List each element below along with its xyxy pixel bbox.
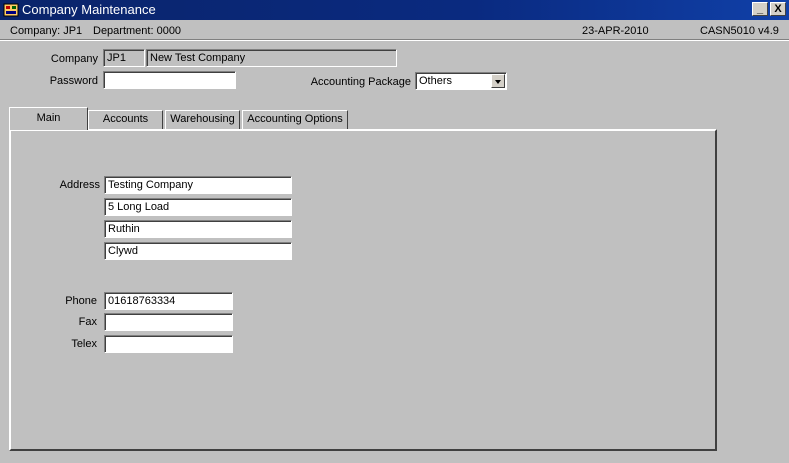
app-icon bbox=[3, 3, 19, 17]
title-bar: Company Maintenance _ X bbox=[0, 0, 789, 20]
address-line-3-field[interactable]: Ruthin bbox=[104, 220, 292, 238]
telex-field[interactable] bbox=[104, 335, 233, 353]
program-info: CASN5010 v4.9 bbox=[700, 25, 779, 37]
company-label: Company bbox=[50, 53, 98, 65]
tab-accounts[interactable]: Accounts bbox=[88, 110, 163, 129]
company-name-field: New Test Company bbox=[146, 49, 397, 67]
tab-accounting-options[interactable]: Accounting Options bbox=[242, 110, 348, 129]
chevron-down-icon[interactable] bbox=[491, 74, 505, 88]
accounting-package-select[interactable]: Others bbox=[415, 72, 507, 90]
address-line-2-field[interactable]: 5 Long Load bbox=[104, 198, 292, 216]
phone-label: Phone bbox=[65, 295, 97, 307]
fax-field[interactable] bbox=[104, 313, 233, 331]
date-info: 23-APR-2010 bbox=[582, 25, 649, 37]
telex-label: Telex bbox=[71, 338, 97, 350]
address-label: Address bbox=[59, 179, 100, 191]
phone-field[interactable]: 01618763334 bbox=[104, 292, 233, 310]
fax-label: Fax bbox=[78, 316, 97, 328]
divider bbox=[0, 39, 789, 41]
password-label: Password bbox=[49, 75, 98, 87]
company-code-field: JP1 bbox=[103, 49, 145, 67]
minimize-button[interactable]: _ bbox=[752, 2, 768, 16]
password-field[interactable] bbox=[103, 71, 236, 89]
tab-warehousing[interactable]: Warehousing bbox=[165, 110, 240, 129]
accounting-package-label: Accounting Package bbox=[310, 76, 411, 88]
address-line-4-field[interactable]: Clywd bbox=[104, 242, 292, 260]
info-bar: Company: JP1 Department: 0000 23-APR-201… bbox=[0, 24, 789, 38]
department-info: Department: 0000 bbox=[93, 25, 182, 37]
close-button[interactable]: X bbox=[770, 2, 786, 16]
window-title: Company Maintenance bbox=[22, 2, 156, 17]
address-line-1-field[interactable]: Testing Company bbox=[104, 176, 292, 194]
company-info: Company: JP1 bbox=[10, 25, 83, 37]
tab-main[interactable]: Main bbox=[9, 107, 88, 130]
